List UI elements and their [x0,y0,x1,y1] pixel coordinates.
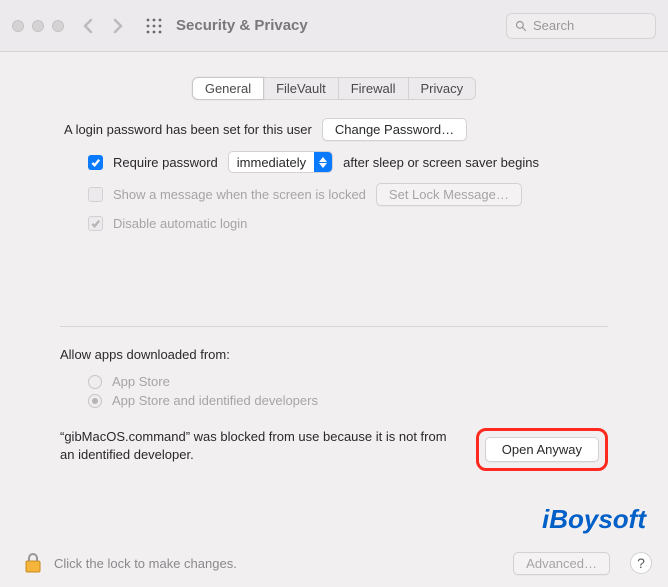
after-sleep-label: after sleep or screen saver begins [343,155,539,170]
tab-label: FileVault [276,81,326,96]
forward-button[interactable] [112,18,124,34]
window-title: Security & Privacy [176,17,308,34]
disable-auto-login-checkbox [88,216,103,231]
back-button[interactable] [82,18,94,34]
checkmark-icon [90,157,101,168]
tab-label: Privacy [421,81,464,96]
tab-bar: General FileVault Firewall Privacy [192,77,476,100]
allow-apps-label: Allow apps downloaded from: [60,347,608,362]
set-lock-message-button: Set Lock Message… [376,183,522,206]
require-password-checkbox[interactable] [88,155,103,170]
blocked-app-message: “gibMacOS.command” was blocked from use … [60,428,462,464]
window-controls [12,20,64,32]
watermark-text: iBoysoft [542,504,646,535]
advanced-button[interactable]: Advanced… [513,552,610,575]
lock-hint-label: Click the lock to make changes. [54,556,501,571]
footer: Click the lock to make changes. Advanced… [0,539,668,587]
disable-auto-login-label: Disable automatic login [113,216,247,231]
tab-privacy[interactable]: Privacy [408,77,477,100]
watermark-logo: iBoysoft [542,504,646,535]
zoom-window-icon[interactable] [52,20,64,32]
radio-app-store-identified [88,394,102,408]
minimize-window-icon[interactable] [32,20,44,32]
require-password-label: Require password [113,155,218,170]
search-placeholder: Search [533,18,574,33]
select-value: immediately [229,155,314,170]
tab-firewall[interactable]: Firewall [338,77,409,100]
tab-label: General [205,81,251,96]
nav-arrows [82,18,124,34]
require-password-delay-select[interactable]: immediately [228,151,333,173]
radio-app-store [88,375,102,389]
checkmark-icon [90,218,101,229]
open-anyway-button[interactable]: Open Anyway [485,437,599,462]
search-icon [515,20,527,32]
radio-label: App Store and identified developers [112,393,318,408]
change-password-button[interactable]: Change Password… [322,118,467,141]
tab-label: Firewall [351,81,396,96]
search-input[interactable]: Search [506,13,656,39]
tab-filevault[interactable]: FileVault [263,77,339,100]
radio-label: App Store [112,374,170,389]
help-button[interactable]: ? [630,552,652,574]
show-all-prefs-icon[interactable] [146,18,162,34]
content-area: A login password has been set for this u… [0,100,668,471]
password-set-label: A login password has been set for this u… [64,122,312,137]
tab-general[interactable]: General [192,77,264,100]
close-window-icon[interactable] [12,20,24,32]
show-message-checkbox [88,187,103,202]
stepper-arrows-icon [314,152,332,172]
open-anyway-highlight: Open Anyway [476,428,608,471]
divider [60,326,608,327]
titlebar: Security & Privacy Search [0,0,668,52]
show-message-label: Show a message when the screen is locked [113,187,366,202]
lock-icon[interactable] [24,552,42,574]
